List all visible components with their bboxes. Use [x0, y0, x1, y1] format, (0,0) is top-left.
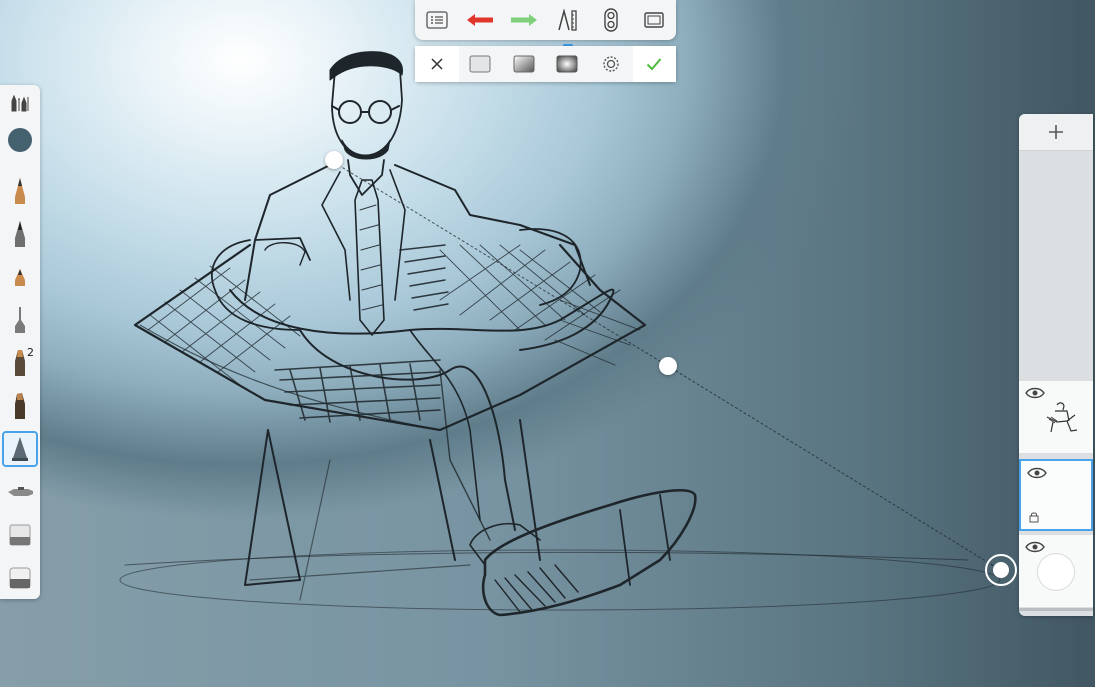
plus-icon — [1049, 125, 1063, 139]
close-icon — [431, 58, 443, 70]
airbrush-icon — [12, 437, 28, 461]
brush-airbrush[interactable] — [2, 431, 38, 467]
brush-smudge[interactable] — [2, 474, 38, 510]
fullscreen-button[interactable] — [634, 2, 674, 38]
linear-gradient-button[interactable] — [502, 46, 546, 82]
soft-eraser-icon — [9, 524, 31, 546]
ruler-guides-icon — [558, 9, 577, 31]
brush-toolbox: 2 — [0, 85, 40, 599]
checkmark-icon — [647, 58, 662, 71]
marker-brush-icon — [15, 350, 25, 376]
fine-liner-brush-icon — [15, 307, 25, 333]
hard-eraser-icon — [9, 567, 31, 589]
gradient-fill-bar — [415, 46, 676, 82]
background-color-swatch[interactable] — [1037, 553, 1075, 591]
redo-arrow-icon — [510, 14, 537, 26]
layer-panel-bottom-edge — [1019, 608, 1093, 611]
color-picker-button[interactable] — [2, 122, 38, 158]
brush-ink-pen[interactable] — [2, 216, 38, 252]
drawing-canvas[interactable] — [0, 0, 1095, 687]
brush-chisel-marker[interactable] — [2, 388, 38, 424]
sketch-drawing — [119, 51, 1003, 617]
radial-gradient-button[interactable] — [546, 46, 590, 82]
solid-fill-button[interactable] — [459, 46, 503, 82]
fullscreen-icon — [644, 12, 664, 28]
gradient-mid-handle[interactable] — [659, 357, 677, 375]
lock-icon[interactable] — [1029, 511, 1039, 523]
eraser-hard[interactable] — [2, 560, 38, 596]
eye-icon[interactable] — [1025, 541, 1045, 553]
layer-panel — [1019, 114, 1093, 616]
brush-soft-pencil[interactable] — [2, 259, 38, 295]
gear-icon — [603, 56, 619, 72]
pencil-brush-icon — [15, 178, 25, 204]
brush-library-icon — [11, 94, 29, 112]
brush-fine-liner[interactable] — [2, 302, 38, 338]
fill-settings-button[interactable] — [589, 46, 633, 82]
solid-fill-icon — [469, 55, 491, 73]
linear-gradient-icon — [513, 55, 535, 73]
add-layer-button[interactable] — [1019, 114, 1093, 151]
chisel-marker-brush-icon — [15, 393, 25, 419]
layer-gradient[interactable] — [1019, 459, 1093, 531]
brush-pencil[interactable] — [2, 173, 38, 209]
radial-gradient-icon — [556, 55, 578, 73]
symmetry-button[interactable] — [591, 2, 631, 38]
soft-pencil-brush-icon — [15, 269, 25, 286]
eye-icon[interactable] — [1027, 467, 1047, 479]
cancel-fill-button[interactable] — [415, 46, 459, 82]
eraser-soft[interactable] — [2, 517, 38, 553]
gradient-end-handle[interactable] — [985, 554, 1017, 586]
menu-button[interactable] — [417, 2, 457, 38]
main-toolbar — [415, 0, 676, 40]
layer-thumbnail — [1046, 402, 1078, 433]
current-color-swatch — [8, 128, 32, 152]
confirm-fill-button[interactable] — [632, 46, 676, 82]
undo-arrow-icon — [467, 14, 494, 26]
brush-library-button[interactable] — [2, 85, 38, 121]
brush-marker[interactable] — [2, 345, 38, 381]
gradient-start-handle[interactable] — [325, 151, 343, 169]
redo-button[interactable] — [504, 2, 544, 38]
smudge-brush-icon — [8, 487, 33, 496]
layer-background[interactable] — [1019, 535, 1093, 607]
ink-pen-brush-icon — [15, 221, 25, 247]
layer-sketch[interactable] — [1019, 381, 1093, 453]
symmetry-icon — [604, 8, 618, 32]
undo-button[interactable] — [460, 2, 500, 38]
list-menu-icon — [426, 11, 448, 29]
ruler-button[interactable] — [547, 2, 587, 38]
